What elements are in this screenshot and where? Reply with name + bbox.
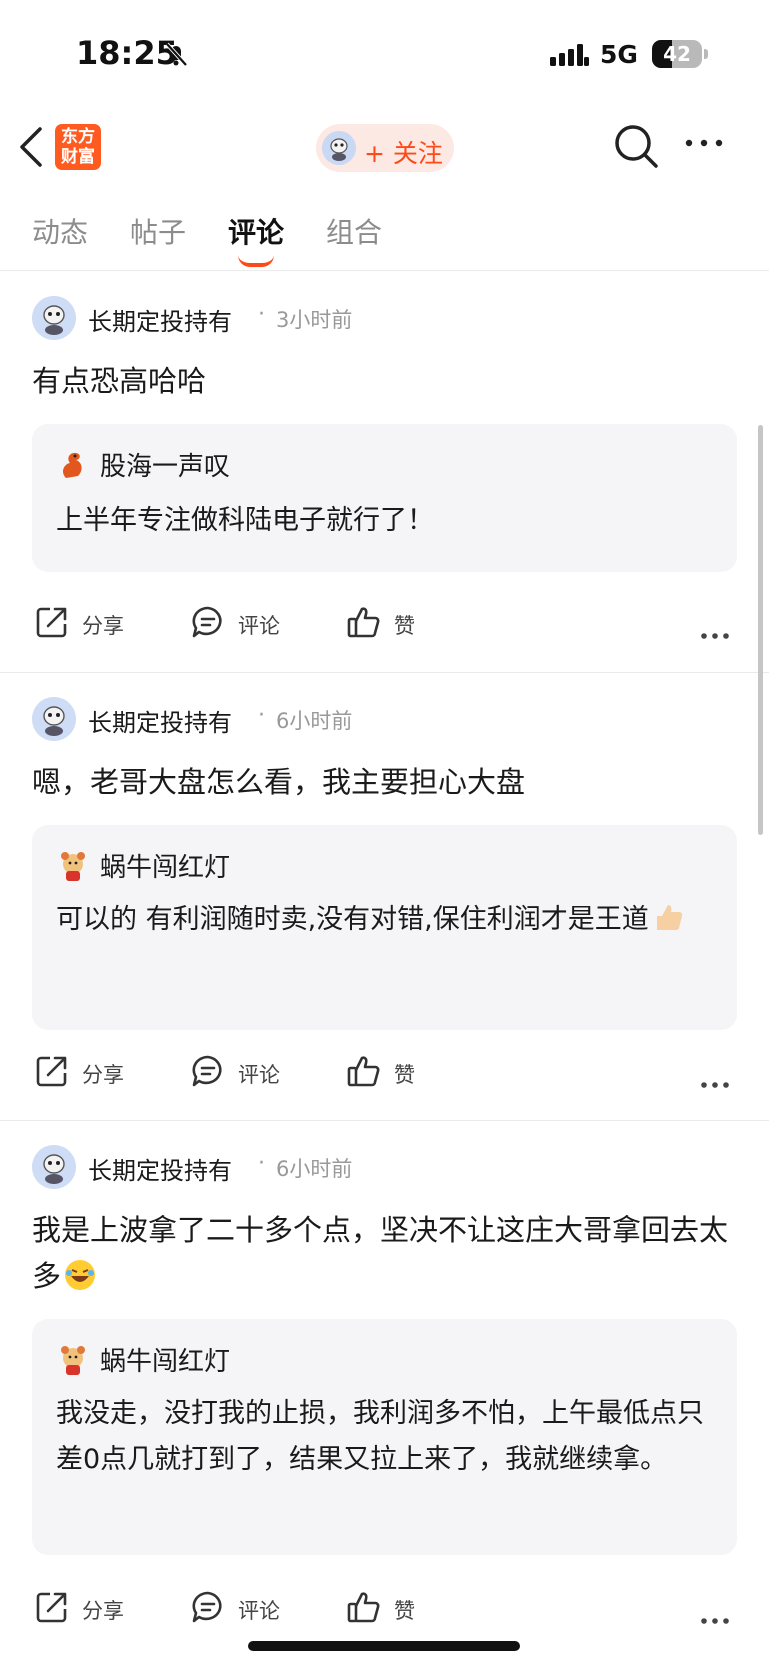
separator-dot: · — [258, 302, 265, 327]
quoted-text-body: 可以的 有利润随时卖,没有对错,保住利润才是王道 — [56, 904, 649, 935]
quoted-text: 我没走，没打我的止损，我利润多不怕，上午最低点只差0点几就打到了，结果又拉上来了… — [56, 1398, 704, 1475]
user-avatar[interactable] — [32, 1145, 76, 1189]
comment-icon — [192, 606, 222, 638]
share-icon — [36, 1056, 67, 1087]
home-indicator[interactable] — [248, 1641, 520, 1651]
tab-bar: 动态 帖子 评论 组合 — [0, 205, 769, 271]
search-icon[interactable] — [612, 122, 660, 170]
tab-comments[interactable]: 评论 — [228, 211, 284, 251]
comment-label: 评论 — [238, 614, 280, 638]
battery-icon: 42 — [652, 40, 702, 68]
comment-card[interactable]: 长期定投持有 · 6小时前 我是上波拿了二十多个点，坚决不让这庄大哥拿回去太多 … — [0, 1121, 769, 1665]
quoted-post[interactable]: 蜗牛闯红灯 我没走，没打我的止损，我利润多不怕，上午最低点只差0点几就打到了，结… — [32, 1319, 737, 1555]
user-name[interactable]: 长期定投持有 — [88, 703, 232, 738]
app-logo[interactable]: 东方财富 — [55, 124, 101, 170]
more-icon[interactable] — [684, 138, 724, 148]
follow-label: + 关注 — [364, 139, 443, 168]
comment-text-body: 我是上波拿了二十多个点，坚决不让这庄大哥拿回去太多 — [32, 1213, 729, 1293]
quoted-user-avatar — [63, 452, 82, 478]
network-label: 5G — [600, 40, 638, 69]
share-button[interactable]: 分享 — [34, 1053, 124, 1093]
status-bar: 18:25 5G 42 — [0, 0, 769, 110]
top-nav: 东方财富 + 关注 — [0, 110, 769, 190]
comment-text: 我是上波拿了二十多个点，坚决不让这庄大哥拿回去太多 — [32, 1207, 737, 1299]
share-icon — [36, 1592, 67, 1623]
back-arrow-icon[interactable] — [18, 126, 44, 168]
tab-portfolio[interactable]: 组合 — [326, 211, 382, 251]
post-time: 6小时前 — [276, 709, 353, 733]
comment-label: 评论 — [238, 1063, 280, 1087]
thumbs-up-icon — [347, 1592, 380, 1623]
logo-text: 东方财富 — [61, 127, 95, 167]
share-button[interactable]: 分享 — [34, 604, 124, 644]
action-bar: 分享 评论 赞 — [0, 1045, 769, 1101]
comment-button[interactable]: 评论 — [190, 1053, 280, 1093]
action-bar: 分享 评论 赞 — [0, 596, 769, 652]
comment-card[interactable]: 长期定投持有 · 3小时前 有点恐高哈哈 股海一声叹 上半年专注做科陆电子就行了… — [0, 272, 769, 673]
battery-level: 42 — [663, 42, 691, 66]
signal-icon — [550, 44, 589, 66]
share-label: 分享 — [82, 1063, 124, 1087]
like-button[interactable]: 赞 — [346, 1053, 415, 1093]
user-avatar[interactable] — [32, 296, 76, 340]
comment-icon — [192, 1591, 222, 1623]
separator-dot: · — [258, 703, 265, 728]
more-options-icon[interactable] — [700, 1601, 730, 1641]
active-tab-indicator — [238, 255, 274, 267]
quoted-text: 上半年专注做科陆电子就行了！ — [56, 505, 434, 536]
like-button[interactable]: 赞 — [346, 604, 415, 644]
post-time: 3小时前 — [276, 308, 353, 332]
quoted-user-avatar — [61, 1346, 85, 1375]
scrollbar[interactable] — [758, 425, 763, 835]
share-button[interactable]: 分享 — [34, 1589, 124, 1629]
quoted-user-name[interactable]: 蜗牛闯红灯 — [100, 847, 230, 884]
comment-button[interactable]: 评论 — [190, 1589, 280, 1629]
avatar — [322, 131, 356, 165]
tab-activity[interactable]: 动态 — [32, 211, 88, 251]
action-bar: 分享 评论 赞 — [0, 1581, 769, 1637]
separator-dot: · — [258, 1151, 265, 1176]
quoted-user-avatar — [61, 852, 85, 881]
quoted-user-name[interactable]: 蜗牛闯红灯 — [100, 1341, 230, 1378]
user-name[interactable]: 长期定投持有 — [88, 1151, 232, 1186]
thumbs-up-icon — [347, 607, 380, 638]
comment-button[interactable]: 评论 — [190, 604, 280, 644]
laughing-emoji-icon — [65, 1260, 96, 1290]
post-time: 6小时前 — [276, 1157, 353, 1181]
more-options-icon[interactable] — [700, 616, 730, 656]
bell-muted-icon — [165, 42, 188, 67]
user-name[interactable]: 长期定投持有 — [88, 302, 232, 337]
comment-text: 有点恐高哈哈 — [32, 364, 207, 398]
comment-text: 嗯，老哥大盘怎么看，我主要担心大盘 — [32, 765, 526, 799]
quoted-post[interactable]: 股海一声叹 上半年专注做科陆电子就行了！ — [32, 424, 737, 572]
like-label: 赞 — [394, 1063, 415, 1087]
like-button[interactable]: 赞 — [346, 1589, 415, 1629]
thumbs-up-emoji-icon — [656, 905, 682, 931]
comment-icon — [192, 1055, 222, 1087]
like-label: 赞 — [394, 1599, 415, 1623]
share-label: 分享 — [82, 614, 124, 638]
comment-label: 评论 — [238, 1599, 280, 1623]
like-label: 赞 — [394, 614, 415, 638]
share-label: 分享 — [82, 1599, 124, 1623]
user-avatar[interactable] — [32, 697, 76, 741]
follow-button[interactable]: + 关注 — [316, 124, 454, 172]
tab-posts[interactable]: 帖子 — [130, 211, 186, 251]
comment-card[interactable]: 长期定投持有 · 6小时前 嗯，老哥大盘怎么看，我主要担心大盘 蜗牛闯红灯 可以… — [0, 673, 769, 1121]
quoted-text: 可以的 有利润随时卖,没有对错,保住利润才是王道 — [56, 897, 716, 943]
quoted-post[interactable]: 蜗牛闯红灯 可以的 有利润随时卖,没有对错,保住利润才是王道 — [32, 825, 737, 1030]
quoted-user-name[interactable]: 股海一声叹 — [100, 446, 230, 483]
more-options-icon[interactable] — [700, 1065, 730, 1105]
share-icon — [36, 607, 67, 638]
thumbs-up-icon — [347, 1056, 380, 1087]
